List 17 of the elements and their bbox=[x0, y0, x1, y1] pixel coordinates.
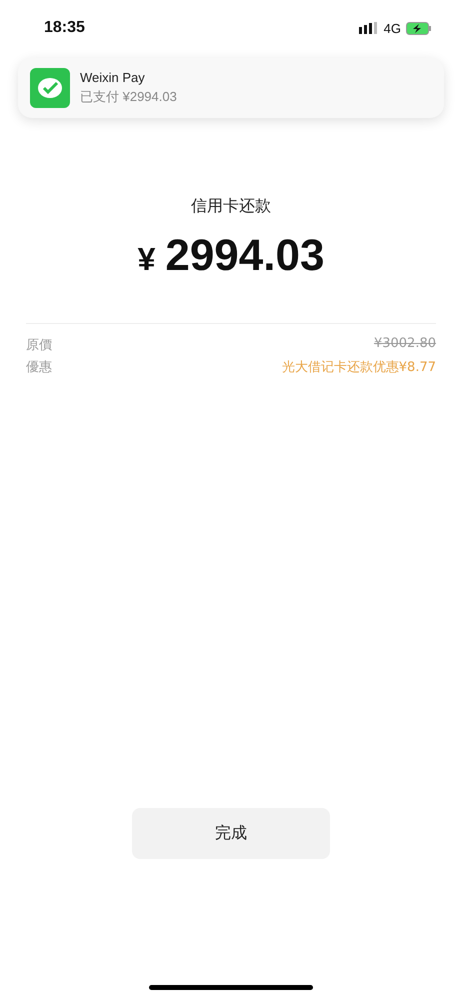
currency-symbol: ¥ bbox=[138, 241, 156, 278]
chat-app-icon bbox=[30, 68, 70, 108]
notification-banner[interactable]: Weixin Pay 已支付 ¥2994.03 bbox=[18, 58, 444, 118]
status-time: 18:35 bbox=[44, 19, 85, 37]
detail-label: 原價 bbox=[26, 337, 52, 354]
done-button[interactable]: 完成 bbox=[132, 808, 330, 859]
battery-charging-icon bbox=[406, 22, 432, 34]
home-indicator[interactable] bbox=[149, 985, 313, 990]
detail-value: ¥3002.80 bbox=[374, 336, 436, 353]
detail-value: 光大借记卡还款优惠¥8.77 bbox=[282, 359, 436, 376]
network-label: 4G bbox=[384, 20, 401, 36]
notification-title: Weixin Pay bbox=[80, 70, 146, 85]
payment-amount: 2994.03 bbox=[165, 231, 324, 281]
signal-icon bbox=[358, 22, 379, 34]
payment-title: 信用卡还款 bbox=[190, 196, 272, 217]
detail-label: 優惠 bbox=[26, 359, 52, 376]
notification-message: 已支付 ¥2994.03 bbox=[80, 88, 177, 106]
